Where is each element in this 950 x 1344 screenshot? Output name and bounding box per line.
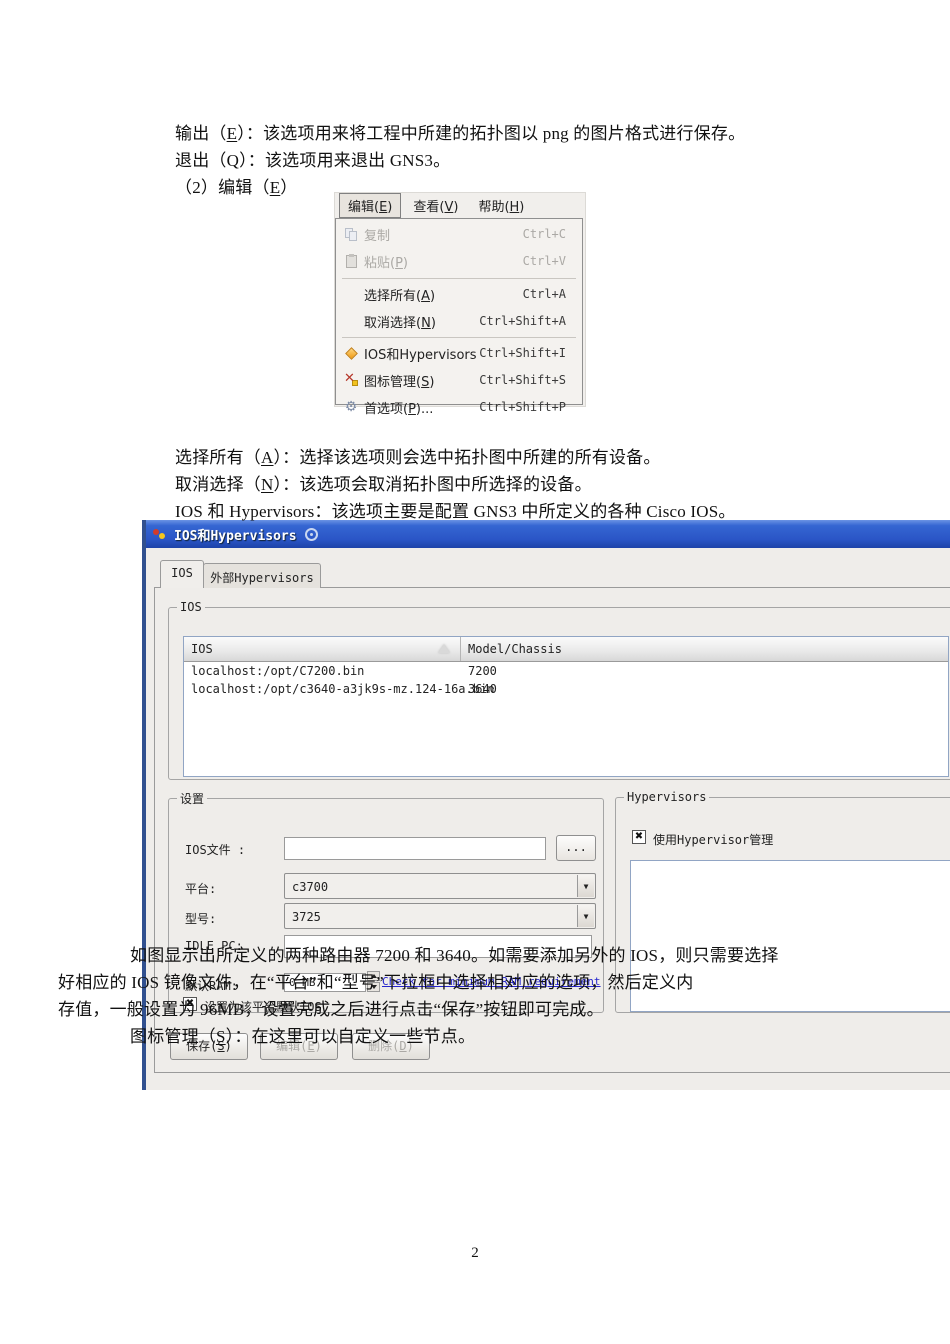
menu-item-deselect[interactable]: 取消选择(N) Ctrl+Shift+A — [338, 308, 580, 334]
document-page: 输出（E）：该选项用来将工程中所建的拓扑图以 png 的图片格式进行保存。 退出… — [0, 0, 950, 1344]
edit-menu-panel: 复制 Ctrl+C 粘贴(P) Ctrl+V 选择所有(A) Ctrl+A 取消… — [335, 218, 583, 417]
platform-dropdown[interactable]: c3700 ▼ — [284, 873, 596, 899]
menu-item-preferences[interactable]: ⚙ 首选项(P)... Ctrl+Shift+P — [338, 394, 580, 420]
paste-icon — [338, 253, 364, 268]
ios-group: IOS IOS Model/Chassis localhost:/opt/C72… — [168, 600, 950, 780]
column-header-model-chassis[interactable]: Model/Chassis — [461, 637, 562, 661]
model-dropdown[interactable]: 3725 ▼ — [284, 903, 596, 929]
menu-separator — [342, 337, 576, 338]
table-row[interactable]: localhost:/opt/C7200.bin 7200 — [184, 662, 948, 680]
sort-indicator-icon — [438, 644, 450, 653]
use-hypervisor-checkbox[interactable]: ✖ — [632, 830, 646, 844]
ios-table: IOS Model/Chassis localhost:/opt/C7200.b… — [183, 636, 949, 777]
paragraph-figure-line3: 存值，一般设置为 96MB，设置完成之后进行点击“保存”按钮即可完成。 — [58, 1000, 604, 1019]
menubar-item-view[interactable]: 查看(V) — [405, 194, 466, 217]
chevron-down-icon[interactable]: ▼ — [577, 905, 594, 927]
menu-item-copy[interactable]: 复制 Ctrl+C — [338, 221, 580, 247]
ios-table-header: IOS Model/Chassis — [184, 637, 948, 662]
dialog-titlebar: IOS和Hypervisors — [142, 520, 950, 548]
paragraph-deselect: 取消选择（N）：该选项会取消拓扑图中所选择的设备。 — [175, 475, 592, 494]
paragraph-select-all: 选择所有（A）：选择该选项则会选中拓扑图中所建的所有设备。 — [175, 448, 661, 467]
ios-hypervisors-icon — [338, 346, 364, 360]
paragraph-symbol-manager: 图标管理（S）：在这里可以自定义一些节点。 — [130, 1027, 476, 1046]
chevron-down-icon[interactable]: ▼ — [577, 875, 594, 897]
menu-item-symbol-manager[interactable]: ✕ 图标管理(S) Ctrl+Shift+S — [338, 367, 580, 393]
browse-button[interactable]: ... — [556, 835, 596, 861]
dialog-title: IOS和Hypervisors — [174, 528, 297, 544]
paragraph-output: 输出（E）：该选项用来将工程中所建的拓扑图以 png 的图片格式进行保存。 — [175, 124, 746, 143]
menubar-item-edit[interactable]: 编辑(E) — [339, 193, 402, 218]
settings-group-legend: 设置 — [180, 792, 205, 806]
edit-menu-screenshot: 编辑(E) 查看(V) 帮助(H) 复制 Ctrl+C 粘贴(P) Ctrl+V… — [335, 193, 585, 417]
hypervisors-group-legend: Hypervisors — [627, 790, 707, 804]
menu-bar: 编辑(E) 查看(V) 帮助(H) — [335, 193, 585, 218]
model-label: 型号: — [185, 912, 217, 926]
menu-item-select-all[interactable]: 选择所有(A) Ctrl+A — [338, 281, 580, 307]
menu-item-ios-hypervisors[interactable]: IOS和Hypervisors Ctrl+Shift+I — [338, 340, 580, 366]
tab-external-hypervisors[interactable]: 外部Hypervisors — [203, 563, 321, 588]
copy-icon — [338, 227, 364, 241]
menu-separator — [342, 278, 576, 279]
page-number: 2 — [471, 1245, 479, 1261]
gns3-app-icon — [152, 527, 167, 541]
platform-label: 平台: — [185, 882, 217, 896]
paragraph-edit-heading: （2）编辑（E） — [175, 178, 298, 197]
paragraph-figure-line2: 好相应的 IOS 镜像文件，在“平台”和“型号”下拉框中选择相对应的选项，然后定… — [58, 973, 694, 992]
menubar-item-help[interactable]: 帮助(H) — [470, 194, 532, 217]
menu-item-paste[interactable]: 粘贴(P) Ctrl+V — [338, 248, 580, 274]
tab-ios[interactable]: IOS — [160, 560, 204, 588]
ios-group-legend: IOS — [180, 600, 202, 614]
paragraph-quit: 退出（Q）：该选项用来退出 GNS3。 — [175, 151, 451, 170]
ios-file-input[interactable] — [284, 837, 546, 860]
swirl-icon — [304, 527, 318, 541]
paragraph-figure-line1: 如图显示出所定义的两种路由器 7200 和 3640。如需要添加另外的 IOS，… — [130, 946, 779, 965]
paragraph-ios-hypervisors: IOS 和 Hypervisors：该选项主要是配置 GNS3 中所定义的各种 … — [175, 502, 736, 521]
symbol-manager-icon: ✕ — [338, 371, 364, 387]
preferences-gear-icon: ⚙ — [344, 399, 358, 415]
ios-file-label: IOS文件 : — [185, 843, 246, 857]
use-hypervisor-checkbox-label: 使用Hypervisor管理 — [653, 833, 774, 847]
column-header-ios[interactable]: IOS — [184, 637, 461, 661]
table-row[interactable]: localhost:/opt/c3640-a3jk9s-mz.124-16a.b… — [184, 680, 948, 698]
